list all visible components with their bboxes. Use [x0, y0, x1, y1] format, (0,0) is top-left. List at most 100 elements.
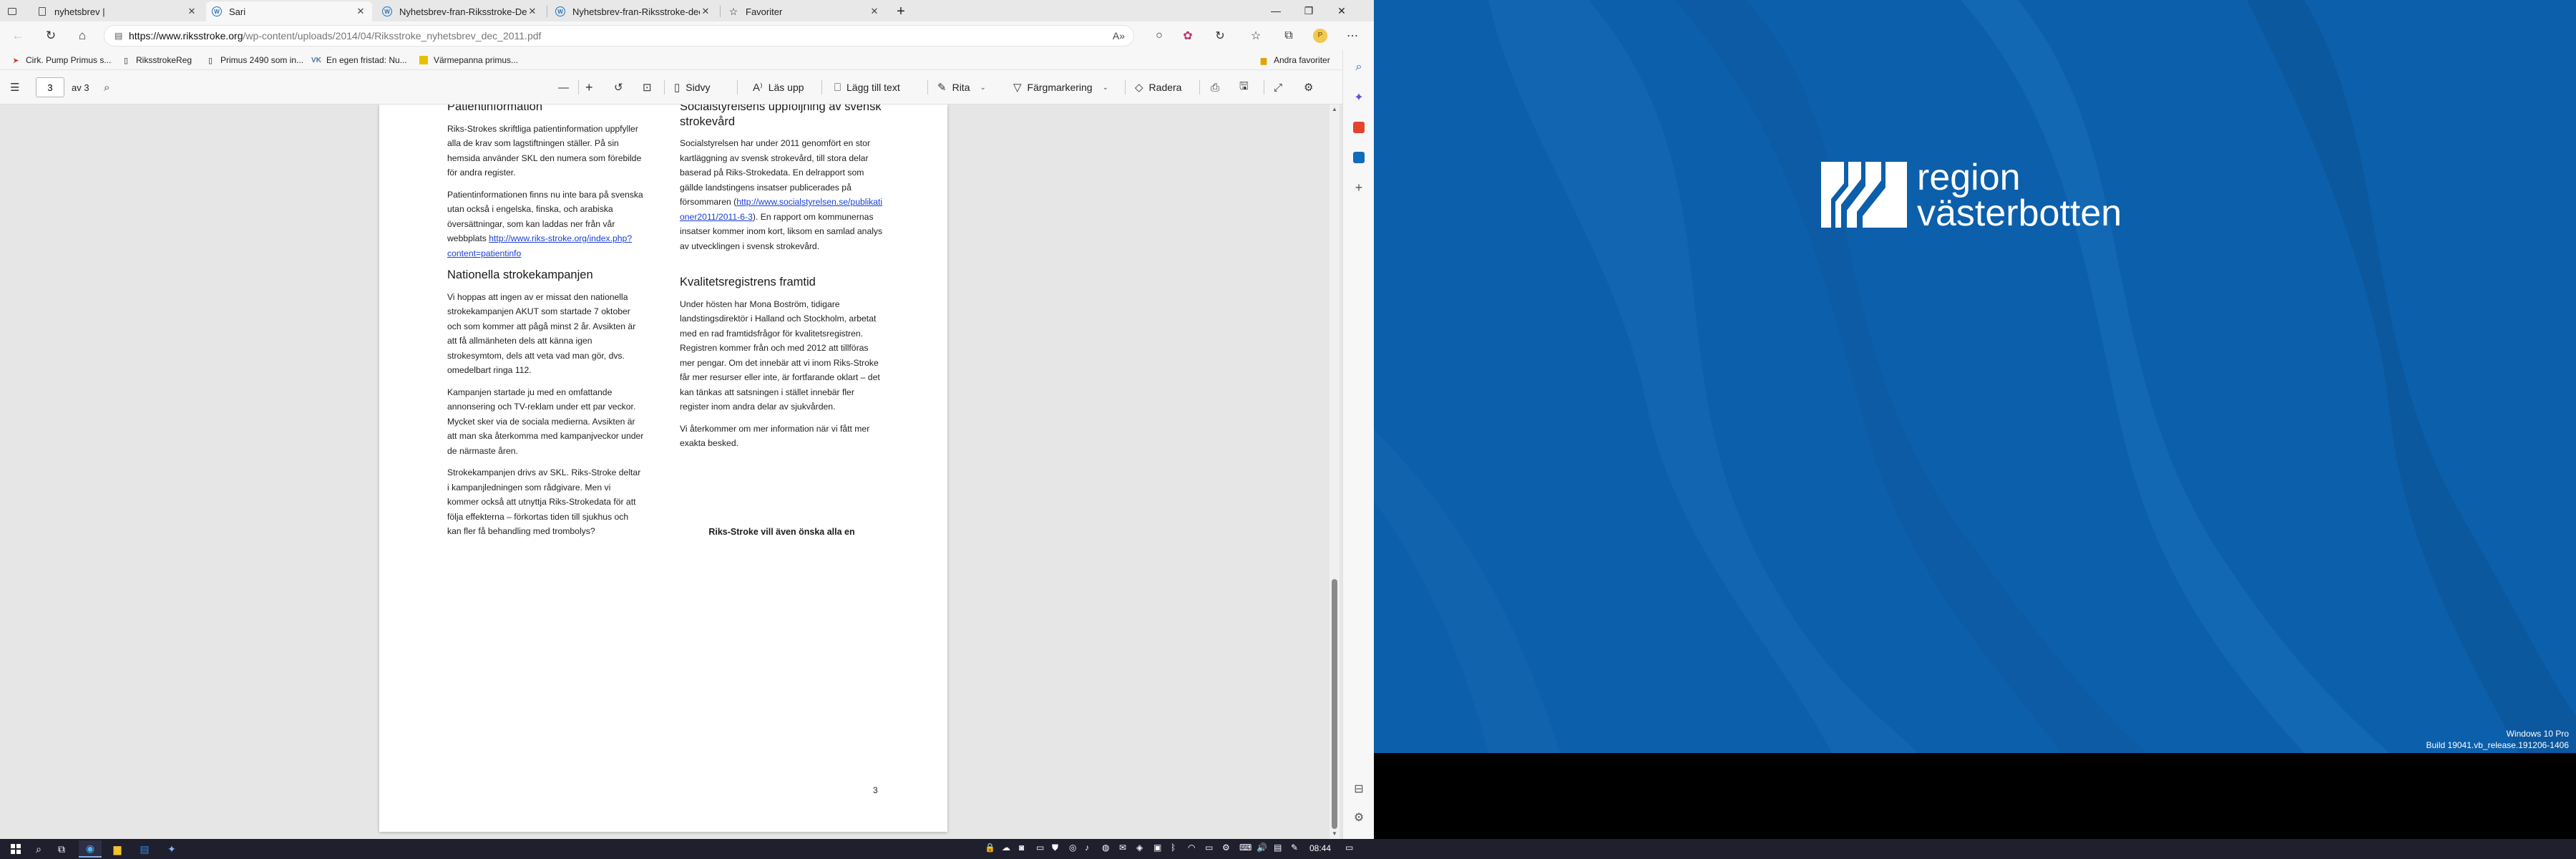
file-explorer-icon[interactable]: ▆: [106, 840, 129, 858]
fit-page-icon[interactable]: ⊡: [643, 79, 658, 96]
tab-nyhetsbrev-dec-2[interactable]: W Nyhetsbrev-fran-Riksstroke-dec ✕: [550, 1, 717, 21]
network-status-icon[interactable]: ▤: [1274, 843, 1282, 853]
edge-app-icon[interactable]: ◉: [79, 840, 102, 858]
search-icon[interactable]: ⌕: [1350, 59, 1367, 76]
favorite-item[interactable]: ▯ RiksstrokeReg: [120, 53, 192, 67]
tab-title: Sari: [229, 6, 246, 17]
paragraph: Strokekampanjen drivs av SKL. Riks-Strok…: [447, 467, 641, 537]
task-view-icon[interactable]: ⧉: [50, 840, 73, 858]
keyboard-icon[interactable]: ⌨: [1239, 843, 1252, 853]
scrollbar-thumb[interactable]: [1332, 578, 1337, 829]
reader-view-icon[interactable]: A»: [1113, 30, 1125, 42]
erase-button[interactable]: ◇ Radera: [1135, 79, 1181, 96]
app-icon[interactable]: ✦: [160, 840, 183, 858]
start-button[interactable]: [4, 840, 27, 858]
paragraph: Riks-Strokes skriftliga patientinformati…: [447, 123, 642, 178]
address-bar[interactable]: ▤ https://www.riksstroke.org/wp-content/…: [104, 25, 1134, 47]
tray-app-icon[interactable]: ◈: [1136, 843, 1143, 853]
sparkle-icon[interactable]: ✦: [1350, 89, 1367, 106]
zoom-out-button[interactable]: —: [558, 79, 575, 96]
lock-icon[interactable]: 🔒: [985, 843, 995, 853]
bluetooth-icon[interactable]: ᛒ: [1171, 843, 1176, 853]
record-icon[interactable]: ◎: [1069, 843, 1076, 853]
refresh-button[interactable]: ↻: [40, 26, 62, 46]
page-view-button[interactable]: ▯ Sidvy: [674, 79, 711, 96]
toolbar-separator: [578, 80, 579, 94]
favorites-star-icon[interactable]: ☆: [1245, 26, 1267, 46]
collections-icon[interactable]: ⧉: [1278, 26, 1299, 46]
favorite-item[interactable]: VK En egen fristad: Nu...: [311, 53, 407, 67]
print-icon[interactable]: ⎙: [1211, 79, 1225, 96]
scroll-down-icon[interactable]: ▼: [1330, 829, 1340, 839]
search-icon[interactable]: ⌕: [104, 79, 115, 96]
sidebar-toggle-icon[interactable]: ⊟: [1350, 780, 1367, 797]
pdf-scrollbar[interactable]: ▲ ▼: [1330, 105, 1340, 839]
refresh-tabs-icon[interactable]: ↻: [1209, 26, 1231, 46]
tab-favoriter[interactable]: ☆ Favoriter ✕: [723, 1, 886, 21]
page-number-input[interactable]: [36, 77, 64, 97]
word-app-icon[interactable]: ▤: [133, 840, 156, 858]
zoom-in-button[interactable]: +: [585, 79, 599, 96]
tab-nyhetsbrev-dec-1[interactable]: W Nyhetsbrev-fran-Riksstroke-Dec ✕: [376, 1, 544, 21]
close-icon[interactable]: ✕: [355, 6, 366, 17]
pen-icon[interactable]: ✎: [1291, 843, 1298, 853]
folder-tray-icon[interactable]: ▭: [1036, 843, 1044, 853]
sound-icon[interactable]: ♪: [1085, 843, 1089, 853]
tab-actions-icon[interactable]: [4, 1, 20, 21]
sidebar-settings-icon[interactable]: ⚙: [1350, 809, 1367, 826]
close-icon[interactable]: ✕: [869, 6, 880, 17]
heading-kvalitetsregistrens-framtid: Kvalitetsregistrens framtid: [680, 276, 816, 289]
pdf-viewport[interactable]: Patientinformation Riks-Strokes skriftli…: [0, 105, 1342, 839]
display-icon[interactable]: ▣: [1153, 843, 1161, 853]
contents-icon[interactable]: ☰: [10, 79, 25, 96]
search-icon[interactable]: ⌕: [27, 840, 50, 858]
favorite-item[interactable]: ▯ Primus 2490 som in...: [205, 53, 303, 67]
toolbar-separator: [927, 80, 928, 94]
taskbar-clock[interactable]: 08:44: [1309, 843, 1331, 853]
draw-button[interactable]: ✎ Rita ⌄: [937, 79, 986, 96]
tab-nyhetsbrev[interactable]: nyhetsbrev | ✕: [31, 1, 203, 21]
save-icon[interactable]: 🖫: [1239, 79, 1254, 96]
favorite-label: RiksstrokeReg: [136, 55, 192, 65]
close-icon[interactable]: ✕: [700, 6, 711, 17]
add-text-label: Lägg till text: [847, 82, 900, 93]
close-icon[interactable]: ✕: [527, 6, 538, 17]
favorite-item[interactable]: Värmepanna primus...: [418, 53, 518, 67]
new-tab-button[interactable]: +: [892, 1, 910, 21]
shield-icon[interactable]: ⛊: [1052, 843, 1058, 853]
minimize-button[interactable]: —: [1259, 0, 1292, 21]
fullscreen-icon[interactable]: ⤢: [1274, 79, 1288, 96]
cloud-icon[interactable]: ☁: [1002, 843, 1010, 853]
maximize-button[interactable]: ❐: [1292, 0, 1325, 21]
wifi-icon[interactable]: ◠: [1188, 843, 1195, 853]
network-icon[interactable]: ◍: [1102, 843, 1109, 853]
read-aloud-button[interactable]: A⁾ Läs upp: [753, 79, 804, 96]
toolbar-separator: [1125, 80, 1126, 94]
battery-icon[interactable]: ▭: [1205, 843, 1213, 853]
chat-icon[interactable]: ✉: [1119, 843, 1126, 853]
more-menu-icon[interactable]: ⋯: [1342, 26, 1363, 46]
profile-avatar[interactable]: P: [1309, 26, 1331, 46]
scroll-up-icon[interactable]: ▲: [1330, 105, 1340, 115]
close-icon[interactable]: ✕: [186, 6, 197, 17]
camera-icon[interactable]: ◙: [1019, 843, 1024, 853]
favorite-item[interactable]: ➤ Cirk. Pump Primus s...: [10, 53, 111, 67]
back-button[interactable]: ←: [7, 26, 29, 46]
office-icon[interactable]: [1350, 119, 1367, 136]
star-icon: ☆: [728, 5, 738, 17]
other-favorites[interactable]: ▆ Andra favoriter: [1258, 53, 1330, 67]
settings-tray-icon[interactable]: ⚙: [1222, 843, 1230, 853]
add-icon[interactable]: +: [1350, 179, 1367, 196]
outlook-icon[interactable]: [1350, 149, 1367, 166]
home-button[interactable]: ⌂: [72, 26, 93, 46]
window-close-button[interactable]: ✕: [1325, 0, 1358, 21]
highlight-button[interactable]: ▽ Färgmarkering ⌄: [1013, 79, 1108, 96]
notifications-icon[interactable]: ▭: [1345, 843, 1353, 853]
tab-sari[interactable]: W Sari ✕: [206, 1, 372, 21]
account-icon[interactable]: ○: [1148, 26, 1170, 46]
rotate-icon[interactable]: ↺: [614, 79, 629, 96]
settings-gear-icon[interactable]: ⚙: [1304, 79, 1319, 96]
volume-icon[interactable]: 🔊: [1257, 843, 1267, 853]
extension-icon[interactable]: ✿: [1177, 26, 1199, 46]
add-text-button[interactable]: ⎕ Lägg till text: [834, 79, 900, 96]
